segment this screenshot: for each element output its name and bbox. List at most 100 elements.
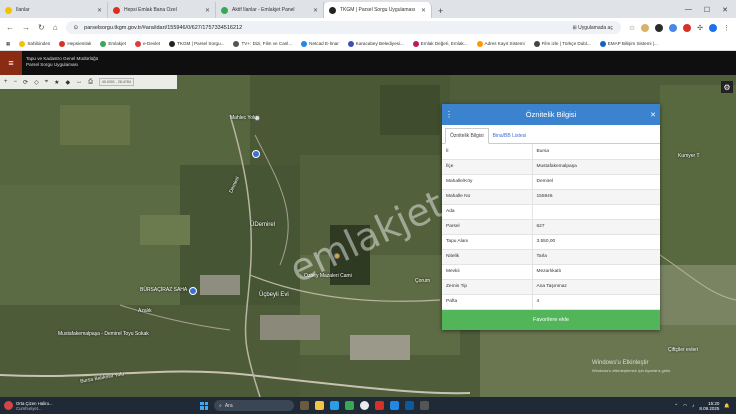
table-row: İl Bursa bbox=[442, 144, 660, 160]
app-header: ≡ Tapu ve Kadastro Genel Müdürlüğü Parse… bbox=[0, 51, 736, 75]
taskbar-search-input[interactable]: ⌕ Ara bbox=[214, 400, 294, 411]
bookmark-item[interactable]: EMAP Bilişim Sistemi |... bbox=[599, 40, 658, 47]
refresh-icon[interactable]: ⟳ bbox=[23, 79, 28, 86]
bookmark-item[interactable]: TV+: Dizi, Film ve Canl... bbox=[233, 40, 292, 47]
bookmark-favicon-icon bbox=[100, 40, 107, 47]
taskbar-app-icon[interactable] bbox=[420, 401, 429, 410]
panel-menu-icon[interactable]: ⋮ bbox=[442, 110, 456, 119]
taskbar-app-icon[interactable] bbox=[345, 401, 354, 410]
taskbar-app-icon[interactable] bbox=[390, 401, 399, 410]
taskbar-app-icon[interactable] bbox=[300, 401, 309, 410]
weather-widget[interactable]: Orta Çizen Haliro... Cumhuriyet... bbox=[0, 401, 200, 411]
minimize-icon[interactable]: — bbox=[685, 6, 692, 14]
tab-attribute-info[interactable]: Öznitelik Bilgisi bbox=[445, 128, 489, 144]
weather-subtitle: Cumhuriyet... bbox=[16, 405, 42, 411]
attribute-value: Mezarlıkatlı bbox=[532, 264, 660, 280]
bookmark-item[interactable]: Adres Kayıt Sistemi bbox=[476, 40, 525, 47]
bookmark-item[interactable]: Sahibinden bbox=[19, 40, 50, 47]
bookmark-icon[interactable]: ◆ bbox=[65, 79, 70, 86]
new-tab-button[interactable]: + bbox=[432, 6, 449, 18]
close-tab-icon[interactable]: ✕ bbox=[421, 7, 426, 14]
bookmark-item[interactable]: TKGM | Parsel Sorgu... bbox=[169, 40, 225, 47]
taskbar-app-icon[interactable] bbox=[330, 401, 339, 410]
tab-building-list[interactable]: Bina/BB Listesi bbox=[489, 129, 531, 143]
attribute-key: İlçe bbox=[442, 159, 533, 175]
map-location-pin[interactable] bbox=[252, 150, 260, 158]
extension-icon[interactable] bbox=[655, 23, 664, 32]
map-poi-marker[interactable] bbox=[334, 253, 340, 259]
url-input[interactable]: ⊙ parselsorgu.tkgm.gov.tr/#ara/idari/155… bbox=[65, 21, 621, 34]
browser-menu-icon[interactable]: ⋮ bbox=[723, 24, 730, 32]
taskbar-app-icon[interactable] bbox=[315, 401, 324, 410]
bookmark-item[interactable]: Netcad E-İmar bbox=[301, 40, 339, 47]
search-placeholder: Ara bbox=[224, 402, 233, 409]
extension-icon[interactable] bbox=[641, 23, 650, 32]
tab-label: TKGM | Parsel Sorgu Uygulaması bbox=[340, 7, 416, 13]
bookmark-favicon-icon bbox=[301, 40, 308, 47]
zoom-in-icon[interactable]: + bbox=[4, 79, 8, 85]
browser-tab[interactable]: İlanlar ✕ bbox=[0, 2, 108, 18]
add-to-favorites-button[interactable]: Favorilere ekle bbox=[442, 310, 660, 330]
bookmark-item[interactable]: Film izle | Türkçe Dubl... bbox=[533, 40, 591, 47]
bookmark-label: TKGM | Parsel Sorgu... bbox=[177, 41, 225, 46]
measure-distance-icon[interactable]: ↔ bbox=[76, 79, 82, 85]
zoom-out-icon[interactable]: − bbox=[14, 79, 18, 85]
profile-avatar[interactable] bbox=[709, 23, 717, 32]
bookmark-item[interactable]: Emlakjet bbox=[100, 40, 126, 47]
settings-gear-icon[interactable]: ⚙ bbox=[721, 81, 733, 93]
search-icon: ⌕ bbox=[219, 402, 222, 409]
bookmark-label: e-Devlet bbox=[142, 41, 161, 46]
notification-bell-icon[interactable]: 🔔 bbox=[724, 403, 730, 409]
wifi-icon[interactable]: ◠ bbox=[683, 403, 687, 409]
attribute-value: Mustafakemalpaşa bbox=[532, 159, 660, 175]
bookmark-item[interactable]: e-Devlet bbox=[134, 40, 161, 47]
tab-label: İlanlar bbox=[16, 7, 30, 13]
close-window-icon[interactable]: ✕ bbox=[722, 6, 728, 14]
back-icon[interactable]: ← bbox=[6, 23, 14, 32]
browser-tab-active[interactable]: TKGM | Parsel Sorgu Uygulaması ✕ bbox=[324, 2, 432, 18]
panel-close-icon[interactable]: ✕ bbox=[646, 111, 660, 119]
bookmark-item[interactable]: Karacabey Belediyesi... bbox=[347, 40, 404, 47]
apps-grid-icon[interactable]: ▦ bbox=[6, 41, 10, 47]
volume-icon[interactable]: ♪ bbox=[692, 403, 694, 408]
bookmark-item[interactable]: Emlak Değeri, Emlak... bbox=[412, 40, 468, 47]
taskbar-app-icon[interactable] bbox=[360, 401, 369, 410]
extension-icon[interactable] bbox=[669, 23, 678, 32]
open-in-app-chip[interactable]: ⊞ Uygulamada aç bbox=[573, 25, 613, 31]
address-bar: ← → ↻ ⌂ ⊙ parselsorgu.tkgm.gov.tr/#ara/i… bbox=[0, 18, 736, 37]
windows-start-icon[interactable] bbox=[200, 401, 208, 410]
map-location-pin[interactable] bbox=[189, 287, 197, 295]
attribute-value: Bursa bbox=[532, 144, 660, 160]
taskbar-app-icon[interactable] bbox=[405, 401, 414, 410]
locate-icon[interactable]: ⌖ bbox=[45, 79, 48, 86]
forward-icon[interactable]: → bbox=[22, 23, 30, 32]
close-tab-icon[interactable]: ✕ bbox=[313, 7, 318, 14]
close-tab-icon[interactable]: ✕ bbox=[205, 7, 210, 14]
browser-tab[interactable]: Hepsi Emlak Bana Özel ✕ bbox=[108, 2, 216, 18]
extension-icon[interactable] bbox=[683, 23, 692, 32]
browser-tab[interactable]: Aktif İlanlar - Emlakjet Panel ✕ bbox=[216, 2, 324, 18]
print-icon[interactable]: ⎙ bbox=[88, 79, 93, 86]
close-tab-icon[interactable]: ✕ bbox=[97, 7, 102, 14]
table-row: Zemin Tip Ana Taşınmaz bbox=[442, 279, 660, 295]
taskbar-app-icon[interactable] bbox=[375, 401, 384, 410]
bookmark-item[interactable]: Hepsiemlak bbox=[59, 40, 91, 47]
bookmark-favicon-icon bbox=[533, 40, 540, 47]
clock[interactable]: 15:20 8.09.2025 bbox=[699, 401, 719, 411]
home-icon[interactable]: ⌂ bbox=[53, 23, 58, 32]
bookmark-star-icon[interactable]: ☆ bbox=[629, 24, 635, 32]
extensions-puzzle-icon[interactable]: ✣ bbox=[697, 24, 703, 32]
bookmark-label: Karacabey Belediyesi... bbox=[355, 41, 404, 46]
chevron-up-icon[interactable]: ⌃ bbox=[674, 403, 678, 409]
table-row: Nitelik Tarla bbox=[442, 249, 660, 265]
maximize-icon[interactable]: ☐ bbox=[704, 6, 710, 14]
site-info-icon[interactable]: ⊙ bbox=[74, 25, 79, 31]
attribute-key: Pafta bbox=[442, 294, 533, 310]
hamburger-menu-button[interactable]: ≡ bbox=[0, 51, 22, 75]
favorite-star-icon[interactable]: ★ bbox=[54, 79, 59, 86]
windows-activation-notice: Windows'u Etkinleştir Windows'u etkinleş… bbox=[592, 360, 671, 374]
favicon-icon bbox=[329, 6, 336, 14]
layers-icon[interactable]: ◇ bbox=[34, 79, 39, 86]
bookmark-label: Emlakjet bbox=[108, 41, 126, 46]
reload-icon[interactable]: ↻ bbox=[38, 23, 45, 32]
